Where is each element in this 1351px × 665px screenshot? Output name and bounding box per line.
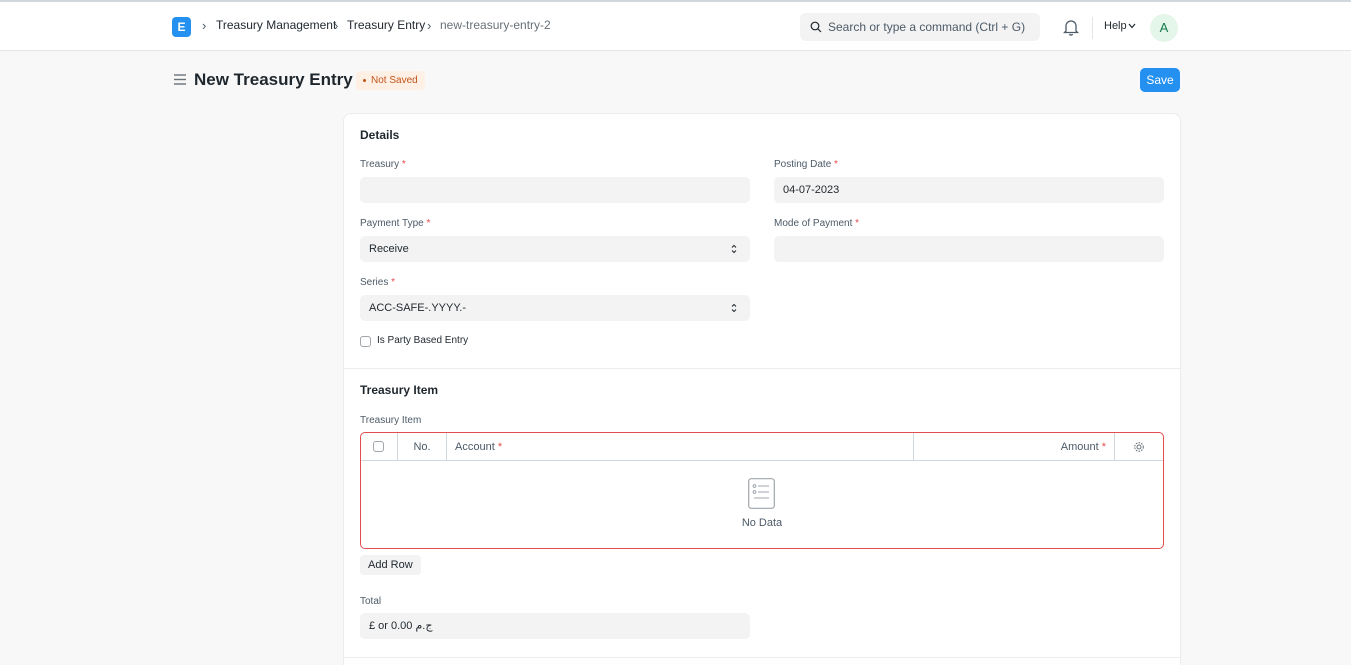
column-no: No. bbox=[398, 433, 447, 461]
help-menu[interactable]: Help bbox=[1104, 20, 1127, 32]
required-indicator: * bbox=[426, 218, 431, 229]
column-amount-label: Amount bbox=[1060, 441, 1099, 453]
status-badge: Not Saved bbox=[356, 71, 425, 90]
search-input[interactable]: Search or type a command (Ctrl + G) bbox=[828, 20, 1025, 34]
treasury-item-section-title: Treasury Item bbox=[360, 383, 439, 397]
header-checkbox-cell bbox=[361, 433, 398, 461]
required-indicator: * bbox=[855, 218, 860, 229]
mode-of-payment-label-text: Mode of Payment bbox=[774, 218, 853, 229]
search-bar[interactable]: Search or type a command (Ctrl + G) bbox=[800, 13, 1040, 41]
no-data-text: No Data bbox=[741, 517, 783, 529]
mode-of-payment-field[interactable] bbox=[774, 236, 1164, 262]
total-label: Total bbox=[360, 596, 382, 607]
payment-type-value: Receive bbox=[369, 243, 409, 255]
posting-date-field[interactable]: 04-07-2023 bbox=[774, 177, 1164, 203]
required-indicator: * bbox=[401, 159, 406, 170]
column-amount[interactable]: Amount * bbox=[914, 433, 1115, 461]
navbar-divider bbox=[1092, 17, 1093, 39]
series-value: ACC-SAFE-.YYYY.- bbox=[369, 302, 466, 314]
app-logo[interactable]: E bbox=[172, 17, 191, 37]
breadcrumb-separator-icon: › bbox=[427, 18, 432, 33]
section-divider bbox=[344, 368, 1180, 369]
chevron-down-icon[interactable] bbox=[1128, 23, 1136, 29]
save-button[interactable]: Save bbox=[1140, 68, 1180, 92]
treasury-field[interactable] bbox=[360, 177, 750, 203]
column-account-label: Account bbox=[455, 441, 495, 453]
form-card: Details Treasury * Posting Date * 04-07-… bbox=[343, 113, 1181, 665]
no-data-icon bbox=[748, 478, 775, 509]
series-label-text: Series bbox=[360, 277, 389, 288]
posting-date-label-text: Posting Date bbox=[774, 159, 832, 170]
select-arrows-icon bbox=[731, 303, 737, 313]
breadcrumb-separator-icon: › bbox=[202, 18, 207, 33]
page-title: New Treasury Entry bbox=[194, 70, 353, 89]
breadcrumb-current-doc[interactable]: new-treasury-entry-2 bbox=[440, 18, 551, 32]
sidebar-toggle-icon[interactable] bbox=[174, 74, 186, 85]
column-settings-cell bbox=[1115, 433, 1163, 461]
breadcrumb-separator-icon: › bbox=[334, 18, 339, 33]
add-row-button[interactable]: Add Row bbox=[360, 555, 421, 575]
required-indicator: * bbox=[834, 159, 838, 170]
series-select[interactable]: ACC-SAFE-.YYYY.- bbox=[360, 295, 750, 321]
column-account[interactable]: Account * bbox=[447, 433, 914, 461]
payment-type-select[interactable]: Receive bbox=[360, 236, 750, 262]
treasury-item-table-label: Treasury Item bbox=[360, 415, 422, 426]
series-label: Series * bbox=[360, 277, 395, 288]
is-party-based-checkbox[interactable] bbox=[360, 336, 371, 347]
section-divider bbox=[344, 657, 1180, 658]
required-indicator: * bbox=[1101, 441, 1106, 453]
notification-bell-icon[interactable] bbox=[1063, 18, 1079, 36]
payment-type-label: Payment Type * bbox=[360, 218, 430, 229]
total-field: £ or 0.00 ج.م bbox=[360, 613, 750, 639]
breadcrumb-treasury-entry[interactable]: Treasury Entry bbox=[347, 18, 425, 32]
status-badge-label: Not Saved bbox=[371, 75, 418, 86]
treasury-label-text: Treasury bbox=[360, 159, 400, 170]
is-party-based-label: Is Party Based Entry bbox=[377, 335, 469, 346]
status-dot-icon bbox=[363, 78, 366, 82]
select-arrows-icon bbox=[731, 244, 737, 254]
details-section-title: Details bbox=[360, 128, 400, 142]
avatar[interactable]: A bbox=[1150, 14, 1178, 42]
required-indicator: * bbox=[391, 277, 396, 288]
payment-type-label-text: Payment Type bbox=[360, 218, 424, 229]
navbar: E › Treasury Management › Treasury Entry… bbox=[0, 0, 1351, 51]
posting-date-label: Posting Date * bbox=[774, 159, 838, 170]
table-header: No. Account * Amount * bbox=[361, 433, 1163, 461]
mode-of-payment-label: Mode of Payment * bbox=[774, 218, 859, 229]
treasury-label: Treasury * bbox=[360, 159, 406, 170]
required-indicator: * bbox=[497, 441, 503, 453]
select-all-checkbox[interactable] bbox=[373, 441, 384, 452]
gear-icon[interactable] bbox=[1133, 441, 1145, 453]
breadcrumb-treasury-management[interactable]: Treasury Management bbox=[216, 18, 336, 32]
search-icon bbox=[810, 21, 822, 33]
treasury-item-table: No. Account * Amount * No Data bbox=[360, 432, 1164, 549]
